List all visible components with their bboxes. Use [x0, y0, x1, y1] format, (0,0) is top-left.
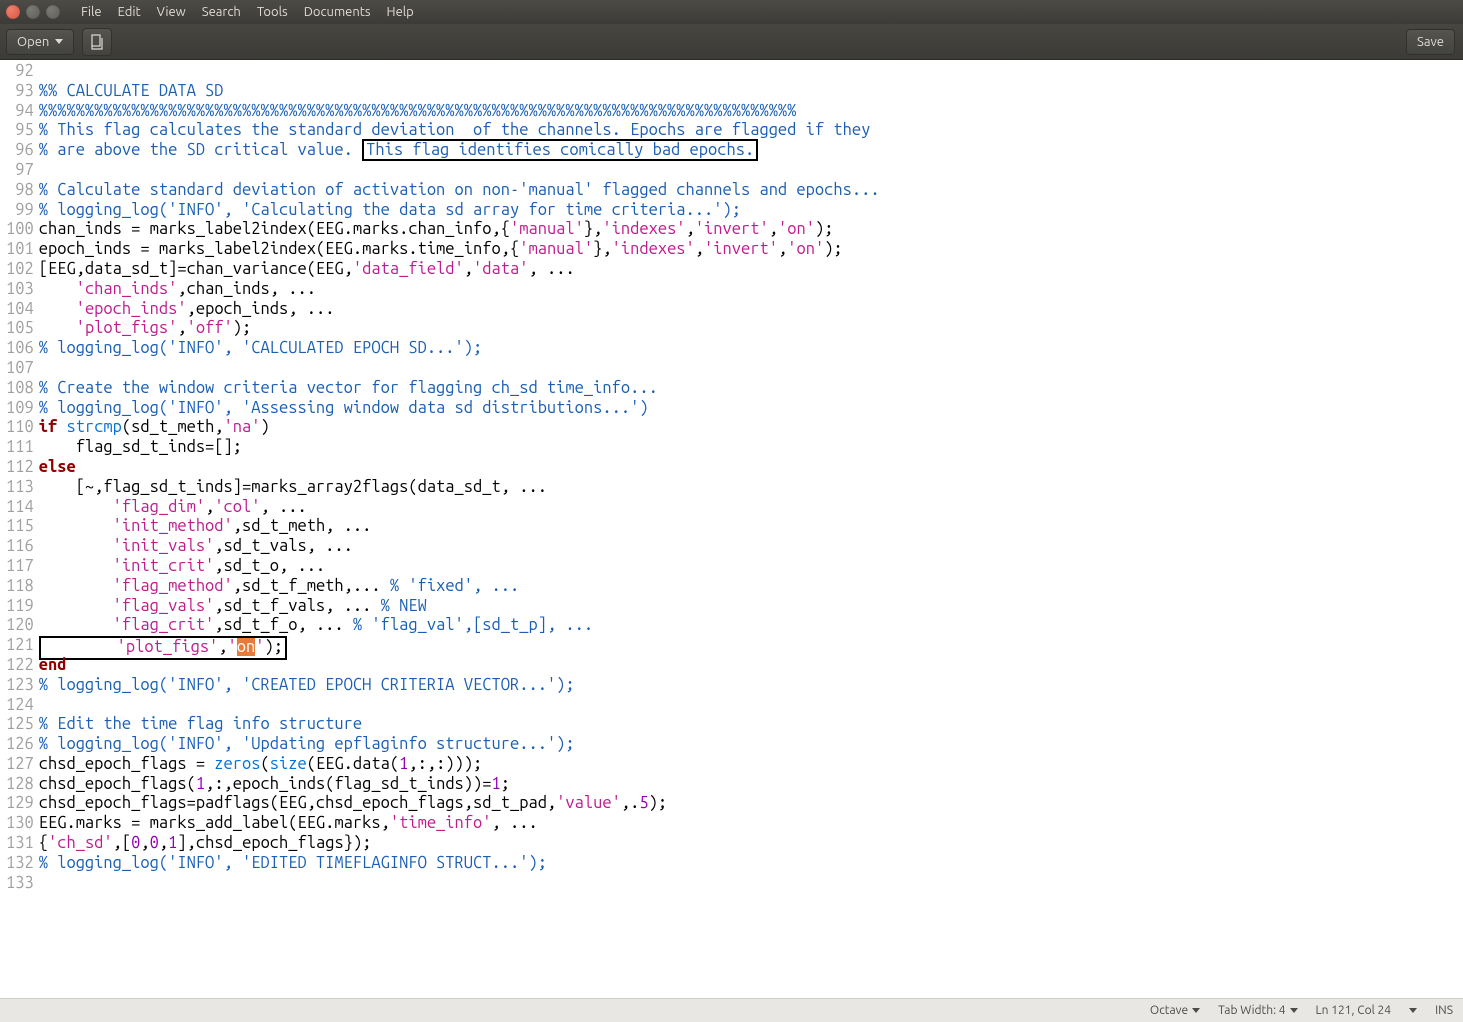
code-line[interactable]: [~,flag_sd_t_inds]=marks_array2flags(dat…: [39, 478, 880, 498]
code-line[interactable]: % are above the SD critical value. This …: [39, 141, 880, 161]
code-line[interactable]: epoch_inds = marks_label2index(EEG.marks…: [39, 240, 880, 260]
language-label: Octave: [1150, 1004, 1188, 1017]
cursor-position: Ln 121, Col 24: [1316, 1004, 1392, 1017]
document-icon: [89, 34, 105, 50]
chevron-down-icon: [55, 39, 63, 44]
code-line[interactable]: 'plot_figs','off');: [39, 319, 880, 339]
code-line[interactable]: [39, 696, 880, 716]
code-line[interactable]: [39, 359, 880, 379]
menubar: FileEditViewSearchToolsDocumentsHelp: [74, 3, 421, 21]
code-line[interactable]: chan_inds = marks_label2index(EEG.marks.…: [39, 220, 880, 240]
menu-help[interactable]: Help: [380, 3, 421, 21]
code-content[interactable]: %% CALCULATE DATA SD%%%%%%%%%%%%%%%%%%%%…: [37, 60, 880, 998]
tab-width-selector[interactable]: Tab Width: 4: [1218, 1004, 1297, 1017]
code-line[interactable]: [39, 874, 880, 894]
code-line[interactable]: EEG.marks = marks_add_label(EEG.marks,'t…: [39, 814, 880, 834]
code-line[interactable]: 'epoch_inds',epoch_inds, ...: [39, 300, 880, 320]
menu-search[interactable]: Search: [195, 3, 248, 21]
code-line[interactable]: chsd_epoch_flags = zeros(size(EEG.data(1…: [39, 755, 880, 775]
code-line[interactable]: 'flag_dim','col', ...: [39, 498, 880, 518]
code-line[interactable]: %%%%%%%%%%%%%%%%%%%%%%%%%%%%%%%%%%%%%%%%…: [39, 102, 880, 122]
chevron-down-icon: [1290, 1008, 1298, 1013]
code-line[interactable]: % logging_log('INFO', 'CALCULATED EPOCH …: [39, 339, 880, 359]
statusbar: Octave Tab Width: 4 Ln 121, Col 24 INS: [0, 998, 1463, 1022]
close-icon[interactable]: [6, 5, 20, 19]
titlebar: FileEditViewSearchToolsDocumentsHelp: [0, 0, 1463, 24]
menu-documents[interactable]: Documents: [297, 3, 378, 21]
code-line[interactable]: 'init_vals',sd_t_vals, ...: [39, 537, 880, 557]
menu-view[interactable]: View: [150, 3, 193, 21]
menu-file[interactable]: File: [74, 3, 109, 21]
code-line[interactable]: 'init_crit',sd_t_o, ...: [39, 557, 880, 577]
code-line[interactable]: [39, 161, 880, 181]
code-line[interactable]: % Edit the time flag info structure: [39, 715, 880, 735]
maximize-icon[interactable]: [46, 5, 60, 19]
chevron-down-icon[interactable]: [1409, 1008, 1417, 1013]
save-button-label: Save: [1417, 35, 1444, 49]
code-line[interactable]: % logging_log('INFO', 'Calculating the d…: [39, 201, 880, 221]
code-line[interactable]: flag_sd_t_inds=[];: [39, 438, 880, 458]
code-line[interactable]: 'init_method',sd_t_meth, ...: [39, 517, 880, 537]
line-number-gutter: 9293949596979899100101102103104105106107…: [0, 60, 37, 998]
code-line[interactable]: % Create the window criteria vector for …: [39, 379, 880, 399]
code-line[interactable]: else: [39, 458, 880, 478]
open-button-label: Open: [17, 35, 49, 49]
menu-tools[interactable]: Tools: [250, 3, 295, 21]
language-selector[interactable]: Octave: [1150, 1004, 1200, 1017]
chevron-down-icon: [1192, 1008, 1200, 1013]
code-line[interactable]: chsd_epoch_flags=padflags(EEG,chsd_epoch…: [39, 794, 880, 814]
code-line[interactable]: % logging_log('INFO', 'Assessing window …: [39, 399, 880, 419]
code-line[interactable]: [EEG,data_sd_t]=chan_variance(EEG,'data_…: [39, 260, 880, 280]
editor[interactable]: 9293949596979899100101102103104105106107…: [0, 60, 1463, 998]
code-line[interactable]: % logging_log('INFO', 'Updating epflagin…: [39, 735, 880, 755]
window-controls: [6, 5, 60, 19]
save-button[interactable]: Save: [1406, 29, 1455, 55]
code-line[interactable]: % logging_log('INFO', 'CREATED EPOCH CRI…: [39, 676, 880, 696]
code-line[interactable]: 'flag_method',sd_t_f_meth,... % 'fixed',…: [39, 577, 880, 597]
code-line[interactable]: [39, 62, 880, 82]
recent-button[interactable]: [82, 28, 112, 56]
code-line[interactable]: chsd_epoch_flags(1,:,epoch_inds(flag_sd_…: [39, 775, 880, 795]
code-line[interactable]: 'flag_vals',sd_t_f_vals, ... % NEW: [39, 597, 880, 617]
insert-mode[interactable]: INS: [1435, 1004, 1453, 1017]
code-line[interactable]: if strcmp(sd_t_meth,'na'): [39, 418, 880, 438]
menu-edit[interactable]: Edit: [111, 3, 148, 21]
code-line[interactable]: %% CALCULATE DATA SD: [39, 82, 880, 102]
tab-width-label: Tab Width: 4: [1218, 1004, 1285, 1017]
code-line[interactable]: % logging_log('INFO', 'EDITED TIMEFLAGIN…: [39, 854, 880, 874]
code-line[interactable]: {'ch_sd',[0,0,1],chsd_epoch_flags});: [39, 834, 880, 854]
code-line[interactable]: % Calculate standard deviation of activa…: [39, 181, 880, 201]
open-button[interactable]: Open: [6, 29, 74, 55]
toolbar: Open Save: [0, 24, 1463, 60]
code-line[interactable]: 'plot_figs','on');: [39, 636, 880, 656]
minimize-icon[interactable]: [26, 5, 40, 19]
code-line[interactable]: 'chan_inds',chan_inds, ...: [39, 280, 880, 300]
code-line[interactable]: 'flag_crit',sd_t_f_o, ... % 'flag_val',[…: [39, 616, 880, 636]
